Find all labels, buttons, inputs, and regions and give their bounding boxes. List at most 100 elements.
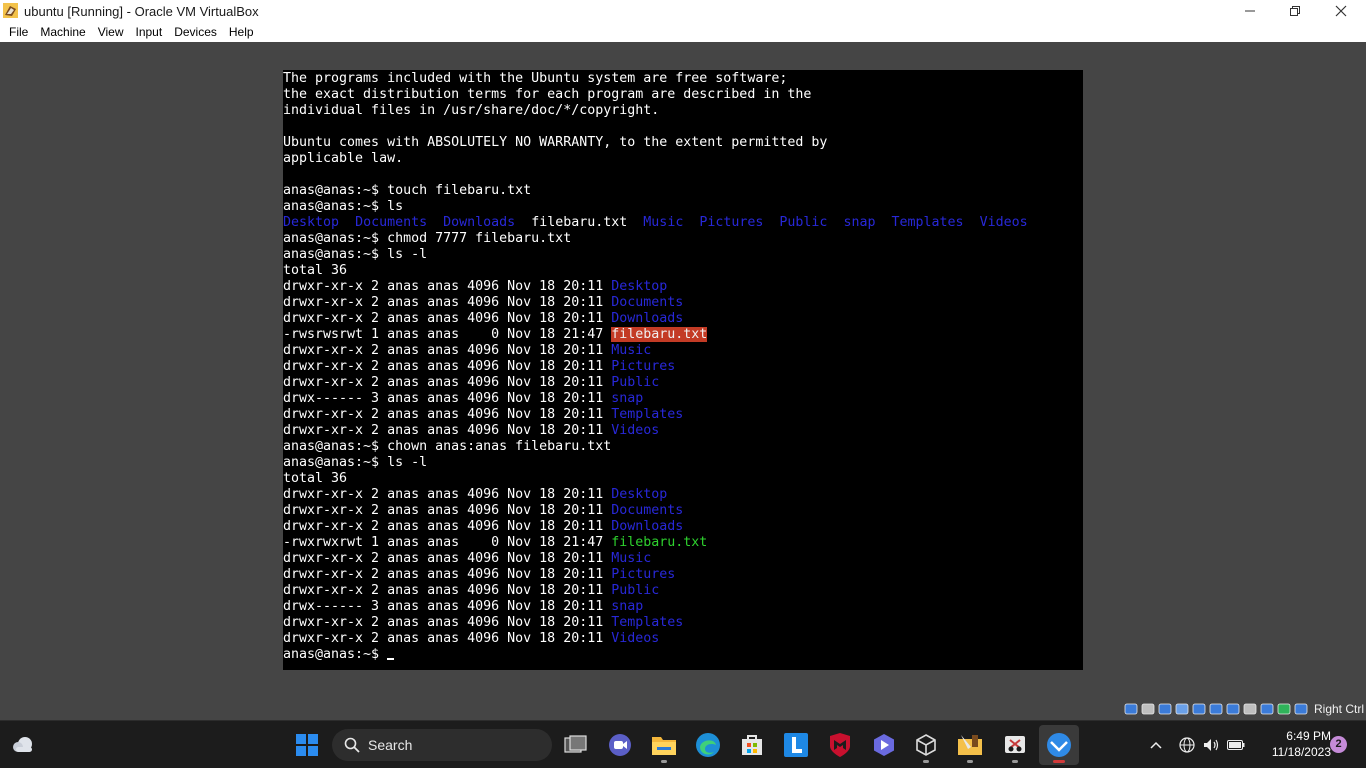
terminal-text: drwxr-xr-x 2 anas anas 4096 Nov 18 20:11: [283, 375, 612, 390]
mcafee-shield-icon: [830, 733, 850, 757]
menu-input[interactable]: Input: [130, 22, 169, 42]
menu-bar: File Machine View Input Devices Help: [0, 22, 1366, 42]
hard-disk-icon[interactable]: [1124, 702, 1138, 716]
volume-tray-button[interactable]: [1200, 725, 1222, 765]
minimize-icon: [1245, 10, 1255, 12]
directory-name: Videos: [979, 215, 1028, 230]
show-hidden-icons-button[interactable]: [1143, 725, 1169, 765]
terminal-line: drwxr-xr-x 2 anas anas 4096 Nov 18 20:11…: [283, 615, 1028, 631]
chevron-up-icon: [1150, 741, 1162, 749]
folder-icon: [652, 737, 676, 755]
folder-app-button[interactable]: [950, 725, 990, 765]
terminal-text: drwx------ 3 anas anas 4096 Nov 18 20:11: [283, 599, 612, 614]
close-button[interactable]: [1318, 0, 1364, 22]
terminal-line: drwxr-xr-x 2 anas anas 4096 Nov 18 20:11…: [283, 375, 1028, 391]
weather-widget[interactable]: [3, 725, 43, 765]
edge-button[interactable]: [688, 725, 728, 765]
terminal-text: drwxr-xr-x 2 anas anas 4096 Nov 18 20:11: [283, 407, 612, 422]
terminal-text: drwxr-xr-x 2 anas anas 4096 Nov 18 20:11: [283, 359, 612, 374]
windows-logo-icon: [296, 734, 318, 756]
vm-console[interactable]: The programs included with the Ubuntu sy…: [283, 70, 1083, 670]
l-app-button[interactable]: [776, 725, 816, 765]
notification-badge[interactable]: 2: [1330, 736, 1347, 753]
battery-icon: [1227, 740, 1245, 750]
terminal-text: drwxr-xr-x 2 anas anas 4096 Nov 18 20:11: [283, 583, 612, 598]
terminal-output: The programs included with the Ubuntu sy…: [283, 71, 1028, 663]
terminal-line: drwxr-xr-x 2 anas anas 4096 Nov 18 20:11…: [283, 295, 1028, 311]
menu-view[interactable]: View: [92, 22, 130, 42]
directory-name: snap: [611, 391, 644, 406]
terminal-text: the exact distribution terms for each pr…: [283, 87, 812, 102]
network-tray-button[interactable]: [1176, 725, 1198, 765]
mcafee-button[interactable]: [820, 725, 860, 765]
store-icon: [742, 735, 762, 755]
file-explorer-button[interactable]: [644, 725, 684, 765]
terminal-text: drwxr-xr-x 2 anas anas 4096 Nov 18 20:11: [283, 615, 612, 630]
shared-folder-icon[interactable]: [1209, 702, 1223, 716]
cloud-icon: [13, 737, 32, 752]
battery-tray-button[interactable]: [1224, 725, 1248, 765]
terminal-line: -rwxrwxrwt 1 anas anas 0 Nov 18 21:47 fi…: [283, 535, 1028, 551]
terminal-text: drwxr-xr-x 2 anas anas 4096 Nov 18 20:11: [283, 567, 612, 582]
purple-app-button[interactable]: [864, 725, 904, 765]
meet-chat-button[interactable]: [600, 725, 640, 765]
terminal-text: drwxr-xr-x 2 anas anas 4096 Nov 18 20:11: [283, 311, 612, 326]
window-titlebar[interactable]: ubuntu [Running] - Oracle VM VirtualBox: [0, 0, 1366, 22]
terminal-line: drwxr-xr-x 2 anas anas 4096 Nov 18 20:11…: [283, 583, 1028, 599]
terminal-line: drwxr-xr-x 2 anas anas 4096 Nov 18 20:11…: [283, 311, 1028, 327]
keyboard-icon[interactable]: [1294, 702, 1308, 716]
terminal-line: -rwsrwsrwt 1 anas anas 0 Nov 18 21:47 fi…: [283, 327, 1028, 343]
terminal-prompt-line[interactable]: anas@anas:~$: [283, 647, 1028, 663]
directory-name: Pictures: [699, 215, 764, 230]
directory-name: Templates: [891, 215, 964, 230]
vm-status-bar: Right Ctrl: [1124, 700, 1366, 718]
terminal-text: anas@anas:~$ ls: [283, 199, 404, 214]
directory-name: Pictures: [611, 567, 676, 582]
usb-icon[interactable]: [1192, 702, 1206, 716]
audio-icon[interactable]: [1158, 702, 1172, 716]
terminal-line: drwxr-xr-x 2 anas anas 4096 Nov 18 20:11…: [283, 551, 1028, 567]
terminal-line: applicable law.: [283, 151, 1028, 167]
menu-machine[interactable]: Machine: [34, 22, 91, 42]
virtualbox-vm-icon: [1047, 733, 1071, 757]
terminal-line: total 36: [283, 263, 1028, 279]
network-icon[interactable]: [1175, 702, 1189, 716]
optical-drive-icon[interactable]: [1141, 702, 1155, 716]
terminal-line: anas@anas:~$ ls -l: [283, 455, 1028, 471]
snipping-tool-button[interactable]: [995, 725, 1035, 765]
menu-devices[interactable]: Devices: [168, 22, 223, 42]
minimize-button[interactable]: [1227, 0, 1273, 22]
restore-icon: [1290, 6, 1300, 16]
mouse-integration-icon[interactable]: [1277, 702, 1291, 716]
display-icon[interactable]: [1226, 702, 1240, 716]
menu-file[interactable]: File: [3, 22, 34, 42]
recording-icon[interactable]: [1243, 702, 1257, 716]
terminal-text: drwxr-xr-x 2 anas anas 4096 Nov 18 20:11: [283, 631, 612, 646]
terminal-line: drwxr-xr-x 2 anas anas 4096 Nov 18 20:11…: [283, 343, 1028, 359]
terminal-text: individual files in /usr/share/doc/*/cop…: [283, 103, 660, 118]
taskbar-search[interactable]: Search: [332, 729, 552, 761]
start-button[interactable]: [287, 725, 327, 765]
host-key-label[interactable]: Right Ctrl: [1314, 702, 1364, 716]
terminal-prompt: anas@anas:~$: [283, 647, 388, 662]
virtualbox-button[interactable]: [906, 725, 946, 765]
taskbar-clock[interactable]: 6:49 PM 11/18/2023: [1255, 728, 1331, 760]
directory-name: Videos: [611, 631, 660, 646]
cpu-icon[interactable]: [1260, 702, 1274, 716]
menu-help[interactable]: Help: [223, 22, 260, 42]
store-button[interactable]: [732, 725, 772, 765]
directory-name: Pictures: [611, 359, 676, 374]
terminal-text: anas@anas:~$ ls -l: [283, 247, 428, 262]
video-chat-icon: [609, 734, 631, 756]
task-view-button[interactable]: [556, 725, 596, 765]
terminal-cursor: [387, 658, 395, 660]
letter-l-icon: [784, 733, 808, 757]
restore-button[interactable]: [1272, 0, 1318, 22]
terminal-line: drwxr-xr-x 2 anas anas 4096 Nov 18 20:11…: [283, 279, 1028, 295]
terminal-line: the exact distribution terms for each pr…: [283, 87, 1028, 103]
virtualbox-vm-button[interactable]: [1039, 725, 1079, 765]
